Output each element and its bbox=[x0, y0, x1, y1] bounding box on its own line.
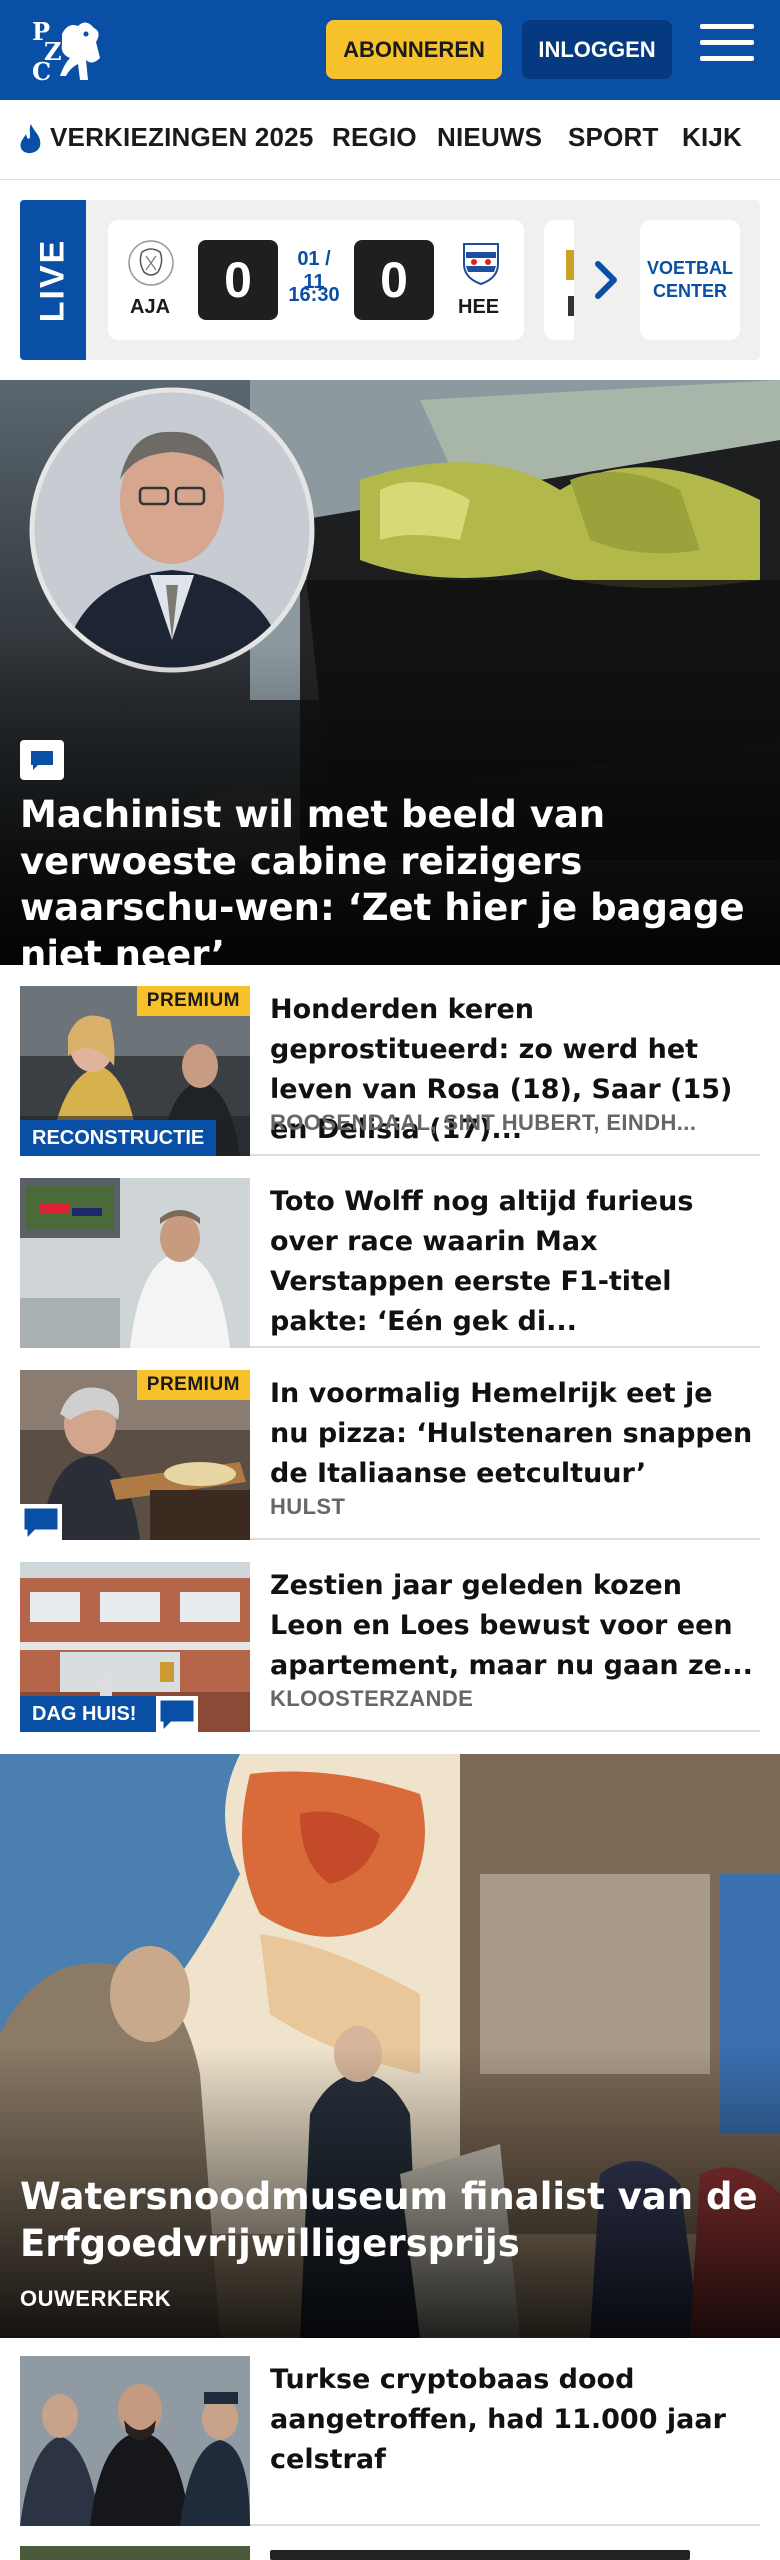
article-location: KLOOSTERZANDE bbox=[270, 1686, 474, 1711]
live-scores-bar: LIVE AJA 0 01 / 11 16:30 0 HEE VOETBAL C… bbox=[20, 200, 760, 360]
list-item[interactable]: Turkse cryptobaas dood aangetroffen, had… bbox=[20, 2336, 760, 2526]
article-location: HULST bbox=[270, 1494, 346, 1519]
ajax-logo-icon bbox=[128, 240, 174, 286]
hero-location: OUWERKERK bbox=[20, 2286, 172, 2311]
nav-item-regio[interactable]: REGIO bbox=[332, 122, 417, 153]
article-title[interactable]: Toto Wolff nog altijd furieus over race … bbox=[270, 1182, 760, 1342]
list-item[interactable]: PREMIUM In voormalig Hemelrijk eet je nu… bbox=[20, 1350, 760, 1540]
heerenveen-logo-icon bbox=[458, 240, 504, 286]
list-item[interactable]: Toto Wolff nog altijd furieus over race … bbox=[20, 1158, 760, 1348]
list-item[interactable]: DAG HUIS! Zestien jaar geleden kozen Leo… bbox=[20, 1542, 760, 1732]
hamburger-menu-icon[interactable] bbox=[700, 24, 754, 76]
reconstructie-label: RECONSTRUCTIE bbox=[20, 1120, 217, 1156]
svg-text:C: C bbox=[32, 57, 51, 86]
hero-title[interactable]: Watersnoodmuseum finalist van de Erfgoed… bbox=[20, 2174, 760, 2267]
nav-item-nieuws[interactable]: NIEUWS bbox=[437, 122, 542, 153]
chevron-right-icon[interactable] bbox=[588, 256, 624, 304]
article-location: ROOSENDAAL, SINT HUBERT, EINDH... bbox=[270, 1110, 697, 1135]
article-thumbnail: PREMIUM RECONSTRUCTIE bbox=[20, 986, 250, 1156]
premium-badge: PREMIUM bbox=[136, 1370, 250, 1400]
away-score: 0 bbox=[354, 240, 434, 320]
list-item[interactable]: PREMIUM RECONSTRUCTIE Honderden keren ge… bbox=[20, 966, 760, 1156]
next-item-peek bbox=[20, 2546, 760, 2560]
article-thumbnail: DAG HUIS! bbox=[20, 1562, 250, 1732]
site-header: P Z C ABONNEREN INLOGGEN bbox=[0, 0, 780, 100]
article-title[interactable]: In voormalig Hemelrijk eet je nu pizza: … bbox=[270, 1374, 760, 1494]
comment-icon bbox=[20, 1504, 62, 1540]
match-card[interactable]: AJA 0 01 / 11 16:30 0 HEE bbox=[108, 220, 524, 340]
nav-item-sport[interactable]: SPORT bbox=[568, 122, 659, 153]
football-center-button[interactable]: VOETBAL CENTER bbox=[640, 220, 740, 340]
nav-item-kijk[interactable]: KIJK bbox=[682, 122, 742, 153]
login-button[interactable]: INLOGGEN bbox=[522, 20, 672, 79]
hero-title[interactable]: Machinist wil met beeld van verwoeste ca… bbox=[20, 792, 760, 965]
home-score: 0 bbox=[198, 240, 278, 320]
live-tag: LIVE bbox=[20, 200, 86, 360]
article-title[interactable]: Turkse cryptobaas dood aangetroffen, had… bbox=[270, 2360, 760, 2480]
flame-icon bbox=[16, 122, 46, 158]
article-title[interactable]: Zestien jaar geleden kozen Leon en Loes … bbox=[270, 1566, 760, 1686]
pzc-logo[interactable]: P Z C bbox=[30, 14, 110, 86]
section-nav: VERKIEZINGEN 2025 REGIO NIEUWS SPORT KIJ… bbox=[0, 100, 780, 180]
hero-article[interactable]: Watersnoodmuseum finalist van de Erfgoed… bbox=[0, 1754, 780, 2338]
article-thumbnail bbox=[20, 1178, 250, 1348]
home-team-name: AJA bbox=[130, 296, 171, 318]
subscribe-button[interactable]: ABONNEREN bbox=[326, 20, 502, 79]
article-thumbnail: PREMIUM bbox=[20, 1370, 250, 1540]
away-team-name: HEE bbox=[458, 296, 500, 318]
article-thumbnail bbox=[20, 2356, 250, 2526]
premium-badge: PREMIUM bbox=[136, 986, 250, 1016]
nav-item-verkiezingen[interactable]: VERKIEZINGEN 2025 bbox=[50, 122, 314, 153]
match-time: 16:30 bbox=[288, 284, 340, 306]
hero-article[interactable]: Machinist wil met beeld van verwoeste ca… bbox=[0, 380, 780, 965]
comment-icon bbox=[156, 1696, 198, 1732]
next-match-card[interactable] bbox=[544, 220, 574, 340]
comment-icon bbox=[20, 740, 64, 780]
